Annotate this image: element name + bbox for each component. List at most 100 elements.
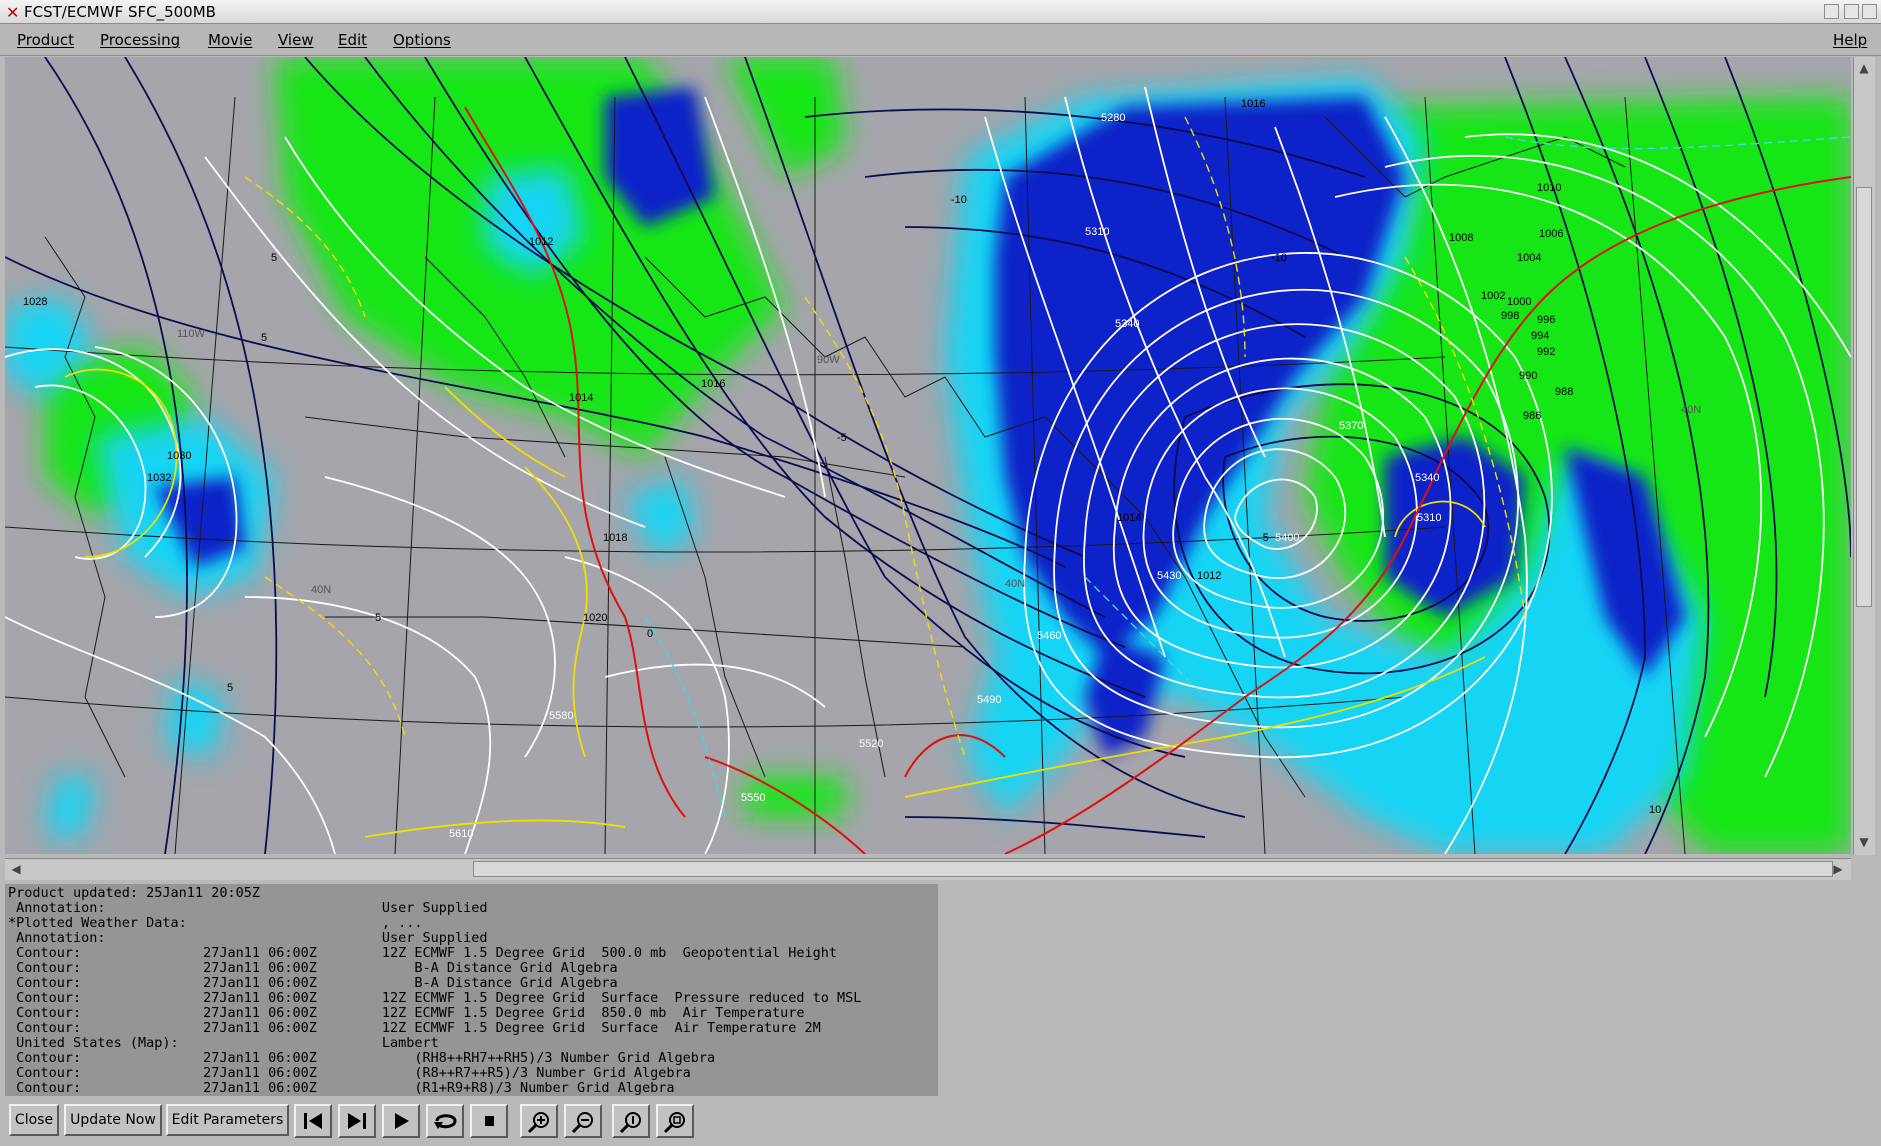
stop-icon[interactable] [470, 1104, 508, 1138]
pressure-label: 1030 [167, 450, 191, 462]
pressure-label: 1020 [583, 612, 607, 624]
info-line: *Plotted Weather Data: , ... [8, 915, 423, 931]
play-icon[interactable] [382, 1104, 420, 1138]
geopotential-label: 5490 [977, 694, 1001, 706]
info-line: Contour: 27Jan11 06:00Z (R8++R7++R5)/3 N… [8, 1065, 691, 1081]
zoom-fit-icon[interactable] [656, 1104, 694, 1138]
temperature-label: -10 [1271, 252, 1287, 264]
temperature-label: -5 [1259, 532, 1269, 544]
maximize-button[interactable] [1844, 4, 1859, 19]
first-frame-icon[interactable] [294, 1104, 332, 1138]
zoom-out-icon[interactable] [564, 1104, 602, 1138]
temperature-label: 0 [647, 628, 653, 640]
info-line: Contour: 27Jan11 06:00Z (RH8++RH7++RH5)/… [8, 1050, 716, 1066]
temperature-label: 5 [227, 682, 233, 694]
temperature-label: -10 [951, 194, 967, 206]
geopotential-label: 5310 [1085, 226, 1109, 238]
temperature-label: 5 [375, 612, 381, 624]
menu-edit[interactable]: Edit [338, 31, 367, 49]
pressure-label: 998 [1501, 310, 1519, 322]
menu-movie[interactable]: Movie [208, 31, 252, 49]
grid-label: 40N [311, 584, 331, 596]
pressure-label: 990 [1519, 370, 1537, 382]
pressure-label: 1016 [701, 378, 725, 390]
scroll-up-arrow-icon[interactable]: ▲ [1856, 59, 1872, 77]
close-window-button[interactable] [1862, 4, 1877, 19]
scroll-down-arrow-icon[interactable]: ▼ [1856, 833, 1872, 851]
info-line: Contour: 27Jan11 06:00Z (R1+R9+R8)/3 Num… [8, 1080, 675, 1096]
x-app-icon: ✕ [6, 3, 20, 22]
menu-processing[interactable]: Processing [100, 31, 180, 49]
minimize-button[interactable] [1824, 4, 1839, 19]
vertical-scroll-thumb[interactable] [1856, 187, 1872, 607]
geopotential-label: 5550 [741, 792, 765, 804]
grid-label: 90W [817, 354, 840, 366]
pressure-label: 1004 [1517, 252, 1541, 264]
zoom-reset-icon[interactable] [612, 1104, 650, 1138]
geopotential-label: 5310 [1417, 512, 1441, 524]
bottom-toolbar: Close Update Now Edit Parameters [0, 1100, 1881, 1146]
humidity-shading [5, 57, 1851, 854]
pressure-label: 1000 [1507, 296, 1531, 308]
pressure-label: 996 [1537, 314, 1555, 326]
window-title: FCST/ECMWF SFC_500MB [24, 3, 216, 21]
grid-label: 110W [177, 328, 206, 340]
pressure-label: 1014 [569, 392, 593, 404]
pressure-label: 986 [1523, 410, 1541, 422]
info-line: Contour: 27Jan11 06:00Z B-A Distance Gri… [8, 960, 618, 976]
vertical-scrollbar[interactable]: ▲ ▼ [1853, 57, 1875, 855]
title-bar: ✕ FCST/ECMWF SFC_500MB [0, 0, 1881, 24]
pressure-label: 1010 [1537, 182, 1561, 194]
geopotential-label: 5430 [1157, 570, 1181, 582]
menu-help[interactable]: Help [1833, 31, 1867, 49]
pressure-label: 992 [1537, 346, 1555, 358]
pressure-label: 994 [1531, 330, 1549, 342]
pressure-label: 1018 [603, 532, 627, 544]
horizontal-scroll-thumb[interactable] [473, 861, 1833, 877]
close-button[interactable]: Close [9, 1104, 59, 1136]
info-line: Annotation: User Supplied [8, 930, 488, 946]
info-line: Contour: 27Jan11 06:00Z 12Z ECMWF 1.5 De… [8, 990, 862, 1006]
product-info-panel: Product updated: 25Jan11 20:05Z Annotati… [5, 884, 938, 1096]
pressure-label: 1012 [529, 236, 553, 248]
menu-view[interactable]: View [278, 31, 314, 49]
menu-options[interactable]: Options [393, 31, 451, 49]
pressure-label: 1028 [23, 296, 47, 308]
zoom-in-icon[interactable] [520, 1104, 558, 1138]
info-line: Annotation: User Supplied [8, 900, 488, 916]
geopotential-label: 5370 [1339, 420, 1363, 432]
menu-product[interactable]: Product [17, 31, 74, 49]
geopotential-label: 5340 [1415, 472, 1439, 484]
pressure-label: 988 [1555, 386, 1573, 398]
geopotential-label: 5580 [549, 710, 573, 722]
temperature-label: 10 [1649, 804, 1661, 816]
geopotential-label: 5610 [449, 828, 473, 840]
pressure-label: 1012 [1197, 570, 1221, 582]
edit-parameters-button[interactable]: Edit Parameters [166, 1104, 289, 1136]
menu-bar: Product Processing Movie View Edit Optio… [0, 24, 1881, 56]
temperature-label: 5 [271, 252, 277, 264]
info-line: United States (Map): Lambert [8, 1035, 439, 1051]
update-now-button[interactable]: Update Now [64, 1104, 162, 1136]
pressure-label: 1006 [1539, 228, 1563, 240]
scroll-left-arrow-icon[interactable]: ◀ [7, 861, 25, 877]
pressure-label: 1008 [1449, 232, 1473, 244]
loop-icon[interactable] [426, 1104, 464, 1138]
info-line: Contour: 27Jan11 06:00Z 12Z ECMWF 1.5 De… [8, 945, 838, 961]
temperature-label: -5 [837, 432, 847, 444]
info-line: Contour: 27Jan11 06:00Z B-A Distance Gri… [8, 975, 618, 991]
geopotential-label: 5280 [1101, 112, 1125, 124]
scroll-right-arrow-icon[interactable]: ▶ [1829, 861, 1847, 877]
temperature-label: 5 [261, 332, 267, 344]
geopotential-label: 5520 [859, 738, 883, 750]
step-forward-icon[interactable] [338, 1104, 376, 1138]
weather-map-canvas[interactable]: 5280 5310 5340 5370 5340 5310 5400 5430 … [5, 57, 1851, 854]
info-line: Product updated: 25Jan11 20:05Z [8, 885, 260, 901]
weather-map[interactable]: 5280 5310 5340 5370 5340 5310 5400 5430 … [5, 57, 1851, 854]
horizontal-scrollbar[interactable]: ◀ ▶ [5, 858, 1851, 880]
geopotential-label: 5460 [1037, 630, 1061, 642]
grid-label: 40N [1005, 578, 1025, 590]
info-line: Contour: 27Jan11 06:00Z 12Z ECMWF 1.5 De… [8, 1005, 805, 1021]
info-line: Contour: 27Jan11 06:00Z 12Z ECMWF 1.5 De… [8, 1020, 821, 1036]
geopotential-label: 5340 [1115, 318, 1139, 330]
